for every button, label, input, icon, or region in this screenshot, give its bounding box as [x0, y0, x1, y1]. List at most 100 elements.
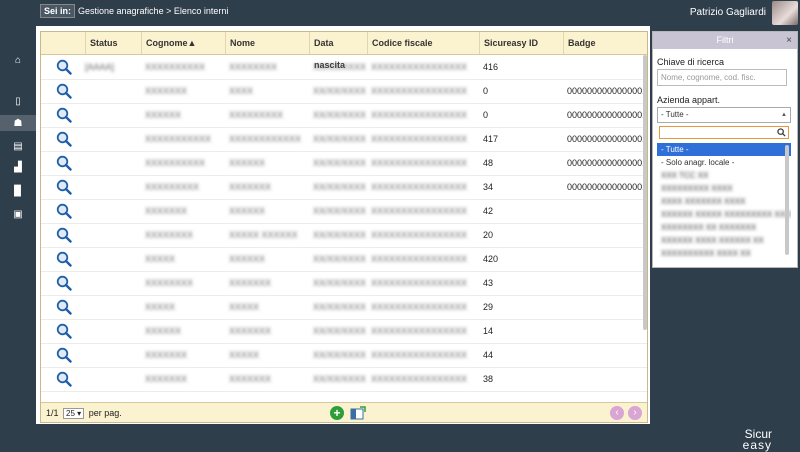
table-row[interactable]: XXXXXXXXXXXXXXXXX/XX/XXXXXXXXXXXXXXXXXXX…	[41, 271, 647, 296]
breadcrumb-path[interactable]: Gestione anagrafiche > Elenco interni	[78, 6, 228, 16]
prev-page-button[interactable]: ‹	[610, 406, 624, 420]
view-details-icon[interactable]	[56, 203, 72, 219]
cell-id: 34	[483, 182, 494, 192]
table-row[interactable]: XXXXXXXX XXXXX XXXXXX XX/XX/XXXX XXXXXXXXXX…	[41, 223, 647, 248]
view-details-icon[interactable]	[56, 131, 72, 147]
cell-status	[85, 295, 141, 319]
cell-status	[85, 367, 141, 391]
company-option[interactable]: XXXX XXXXXXX XXXX	[657, 195, 791, 208]
mobile-icon[interactable]: ▯	[9, 93, 27, 109]
cell-status	[85, 319, 141, 343]
avatar[interactable]	[772, 1, 798, 25]
company-select[interactable]: - Tutte - ▲	[657, 107, 791, 123]
table-row[interactable]: XXXXXXX XXXXXXX XX/XX/XXXX XXXXXXXXXXXXXXXX…	[41, 367, 647, 392]
user-name[interactable]: Patrizio Gagliardi	[690, 7, 766, 18]
cell-status	[85, 79, 141, 103]
dropdown-scrollbar[interactable]	[785, 145, 789, 255]
view-details-icon[interactable]	[56, 179, 72, 195]
cell-nome: XXXXX	[229, 302, 260, 312]
id-card-icon[interactable]: ▤	[9, 138, 27, 154]
table-row[interactable]: XXXXXXX XXXXXX XX/XX/XXXX XXXXXXXXXXXXXXXX 4…	[41, 199, 647, 224]
col-sicureasy-id[interactable]: Sicureasy ID	[479, 32, 563, 54]
pagination-info: 1/1 25 ▾ per pag.	[46, 408, 122, 419]
cell-status	[85, 175, 141, 199]
col-cognome[interactable]: Cognome▲	[141, 32, 225, 54]
home-icon[interactable]: ⌂	[9, 52, 27, 68]
view-details-icon[interactable]	[56, 107, 72, 123]
cell-status	[85, 151, 141, 175]
cell-cognome: XXXXXXXX	[145, 278, 194, 288]
company-option[interactable]: XXX TCC XX	[657, 169, 791, 182]
cell-nome: XXXXXXX	[229, 326, 272, 336]
cell-status	[85, 247, 141, 271]
cell-badge: 000000000000000100003	[567, 86, 647, 96]
col-data-nascita[interactable]: Data nascita	[309, 32, 367, 70]
chart-icon[interactable]: ▟	[9, 159, 27, 175]
close-icon[interactable]: ×	[786, 32, 792, 49]
view-details-icon[interactable]	[56, 59, 72, 75]
export-excel-icon[interactable]	[350, 406, 366, 420]
company-option[interactable]: - Tutte -	[657, 143, 791, 156]
company-option[interactable]: XXXXXX XXXX XXXXXX XX	[657, 234, 791, 247]
table-row[interactable]: XXXXXXX XXXXX XX/XX/XXXX XXXXXXXXXXXXXXXX 44	[41, 343, 647, 368]
cell-badge	[567, 295, 647, 319]
view-details-icon[interactable]	[56, 155, 72, 171]
table-row[interactable]: XXXXXXXXXXX XXXXXXXXXXXX XX/XX/XXXX XXXXXXX…	[41, 127, 647, 152]
breadcrumb-label: Sei in:	[40, 4, 76, 18]
sidebar: ⌂ ▯ ☗ ▤ ▟ ▉ ▣	[0, 26, 36, 426]
search-key-label: Chiave di ricerca	[657, 57, 725, 67]
company-option[interactable]: XXXXXX XXXXX XXXXXXXXX XXXXX	[657, 208, 791, 221]
company-options-list: - Tutte -- Solo anagr. locale - XXX TCC X…	[657, 143, 791, 263]
col-cognome-label: Cognome	[146, 38, 188, 48]
filters-panel: Filtri × Chiave di ricerca Nome, cognome…	[652, 31, 798, 268]
search-input[interactable]: Nome, cognome, cod. fisc.	[657, 69, 787, 86]
table-row[interactable]: XXXXX XXXXXX XX/XX/XXXX XXXXXXXXXXXXXXXX 420	[41, 247, 647, 272]
cell-nome: XXXX	[229, 86, 254, 96]
next-page-button[interactable]: ›	[628, 406, 642, 420]
cell-badge: 0000000000000001001	[567, 158, 647, 168]
page-indicator: 1/1	[46, 408, 59, 418]
col-nome[interactable]: Nome	[225, 32, 309, 54]
table-row[interactable]: XXXXXXX XXXX XX/XX/XXXX XXXXXXXXXXXXXXXX 0 00…	[41, 79, 647, 104]
view-details-icon[interactable]	[56, 251, 72, 267]
view-details-icon[interactable]	[56, 299, 72, 315]
table-row[interactable]: XXXXX XXXXX XX/XX/XXXX XXXXXXXXXXXXXXXX 29	[41, 295, 647, 320]
cell-cf: XXXXXXXXXXXXXXXX	[371, 206, 468, 216]
cell-id: 416	[483, 62, 499, 72]
cell-data: XX/XX/XXXX	[313, 302, 367, 312]
lock-icon[interactable]: ▣	[9, 206, 27, 222]
document-icon[interactable]: ▉	[9, 183, 27, 199]
table-row[interactable]: XXXXXXXXXXXXXXXXXX/XX/XXXXXXXXXXXXXXXXXX…	[41, 175, 647, 200]
view-details-icon[interactable]	[56, 371, 72, 387]
view-details-icon[interactable]	[56, 323, 72, 339]
table-row[interactable]: XXXXXX XXXXXXX XX/XX/XXXX XXXXXXXXXXXXXXXX 1…	[41, 319, 647, 344]
col-status[interactable]: Status	[85, 32, 141, 54]
person-card-icon[interactable]: ☗	[0, 115, 36, 131]
cell-id: 44	[483, 350, 494, 360]
view-details-icon[interactable]	[56, 347, 72, 363]
view-details-icon[interactable]	[56, 83, 72, 99]
view-details-icon[interactable]	[56, 227, 72, 243]
page-size-select[interactable]: 25 ▾	[63, 408, 85, 419]
per-page-label: per pag.	[88, 408, 122, 418]
col-badge[interactable]: Badge	[563, 32, 647, 54]
cell-id: 48	[483, 158, 494, 168]
add-icon[interactable]: +	[330, 406, 344, 420]
company-option[interactable]: XXXXXXXXXX XXXX XX	[657, 247, 791, 260]
table-row[interactable]: XXXXXXXXXXXXXXXXXX/XX/XXXXXXXXXXXXXXXXXX…	[41, 151, 647, 176]
col-codice-fiscale[interactable]: Codice fiscale	[367, 32, 479, 54]
cell-cognome: XXXXXX	[145, 326, 182, 336]
company-option[interactable]: XXXXXXXX XX XXXXXXX	[657, 221, 791, 234]
cell-status: [AAAA]	[85, 62, 115, 72]
dropdown-search-input[interactable]	[659, 126, 789, 139]
company-option[interactable]: - Solo anagr. locale -	[657, 156, 791, 169]
table-scrollbar[interactable]	[643, 55, 647, 330]
cell-badge	[567, 247, 647, 271]
cell-cf: XXXXXXXXXXXXXXXX	[371, 254, 468, 264]
table-row[interactable]: [AAAA] XXXXXXXXXX XXXXXXXX XX/XX/XXXX XXXXXX…	[41, 55, 647, 80]
company-option[interactable]: XXXXXXXXX XXXX	[657, 182, 791, 195]
table-row[interactable]: XXXXXXXXXXXXXXXXX/XX/XXXXXXXXXXXXXXXXXXX…	[41, 103, 647, 128]
cell-nome: XXXXXXXXXXXX	[229, 134, 302, 144]
view-details-icon[interactable]	[56, 275, 72, 291]
company-label: Azienda appart.	[657, 95, 721, 105]
